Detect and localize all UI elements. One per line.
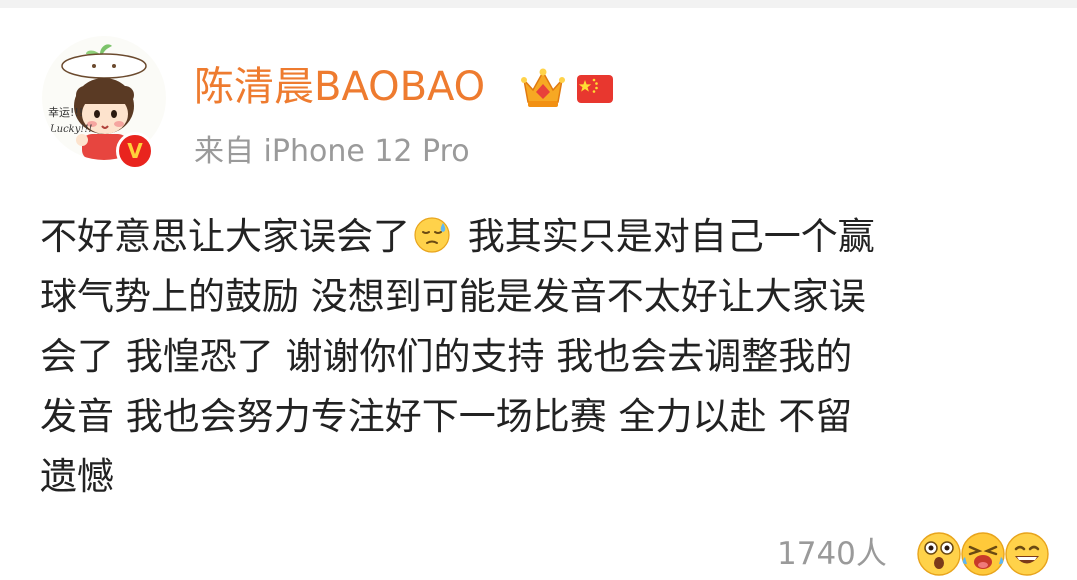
post-body: 不好意思让大家误会了 我其实只是对自己一个赢 球气势上的鼓励 没想到可能是发音不… [40,207,1050,507]
post-line-5: 遗憾 [40,455,114,498]
post-line-4: 发音 我也会努力专注好下一场比赛 全力以赴 不留 [40,395,853,438]
reaction-icons[interactable] [913,527,1053,579]
sweat-face-emoji-icon [414,217,450,253]
avatar-text-luck-en: Lucky!!! [50,124,93,135]
reaction-count[interactable]: 1740人 [777,532,887,576]
china-flag-icon [577,75,613,103]
crown-icon [521,68,565,107]
avatar-text-luck-cn: 幸运!!! [48,106,84,119]
username[interactable]: 陈清晨BAOBAO [194,62,485,112]
post-line-3: 会了 我惶恐了 谢谢你们的支持 我也会去调整我的 [40,335,853,378]
verified-badge: V [116,132,154,170]
top-divider [0,0,1077,8]
post-line-2: 球气势上的鼓励 没想到可能是发音不太好让大家误 [40,275,866,318]
post-text-segment: 不好意思让大家误会了 [40,215,410,258]
post-line-1: 不好意思让大家误会了 我其实只是对自己一个赢 [40,207,1050,267]
post-text-segment: 我其实只是对自己一个赢 [456,215,875,258]
surprised-face-icon [917,532,961,576]
post-source: 来自 iPhone 12 Pro [194,134,470,169]
